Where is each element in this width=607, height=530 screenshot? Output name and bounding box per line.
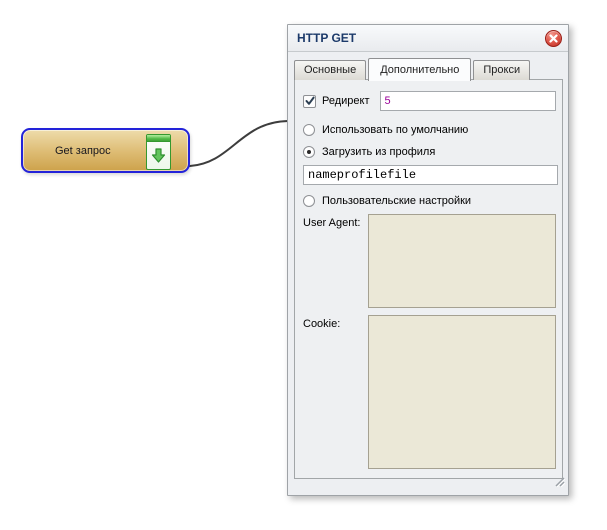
radio-load-from-profile[interactable]: Загрузить из профиля <box>303 145 556 159</box>
http-get-dialog: HTTP GET Основные Дополнительно Прокси Р… <box>287 24 569 496</box>
automation-canvas: { "node": { "label": "Get запрос" }, "di… <box>0 0 607 530</box>
tab-page-advanced: Редирект 5 Использовать по умолчанию Заг… <box>294 79 563 479</box>
radio-custom-settings-label: Пользовательские настройки <box>322 195 472 207</box>
radio-use-default-label: Использовать по умолчанию <box>322 124 469 136</box>
radio-selected-icon <box>303 146 315 158</box>
radio-icon <box>303 124 315 136</box>
close-icon[interactable] <box>545 29 562 47</box>
dialog-title: HTTP GET <box>297 31 357 45</box>
radio-custom-settings[interactable]: Пользовательские настройки <box>303 194 556 208</box>
download-page-icon <box>146 134 171 170</box>
download-page-icon-header <box>147 135 170 142</box>
user-agent-label: User Agent: <box>303 217 361 229</box>
tab-advanced[interactable]: Дополнительно <box>368 58 472 81</box>
profile-name-input[interactable]: nameprofilefile <box>303 165 558 185</box>
redirect-checkbox[interactable] <box>303 94 316 108</box>
cookie-label: Cookie: <box>303 318 341 330</box>
download-arrow-icon <box>147 142 170 169</box>
resize-grip-icon[interactable] <box>554 474 566 492</box>
cookie-row: Cookie: <box>303 315 556 469</box>
tab-basic[interactable]: Основные <box>294 60 367 80</box>
user-agent-row: User Agent: <box>303 214 556 308</box>
redirect-row: Редирект 5 <box>303 90 556 112</box>
tab-proxy[interactable]: Прокси <box>473 60 531 80</box>
tabstrip: Основные Дополнительно Прокси <box>294 57 532 81</box>
radio-icon <box>303 195 315 207</box>
redirect-label: Редирект <box>322 95 370 107</box>
user-agent-textarea[interactable] <box>368 214 556 308</box>
redirect-count-input[interactable]: 5 <box>379 91 556 111</box>
radio-load-from-profile-label: Загрузить из профиля <box>322 146 436 158</box>
cookie-textarea[interactable] <box>368 315 556 469</box>
checkmark-icon <box>305 96 315 105</box>
action-node-get-request[interactable]: Get запрос <box>21 128 190 173</box>
radio-use-default[interactable]: Использовать по умолчанию <box>303 123 556 137</box>
action-node-label: Get запрос <box>55 144 111 157</box>
dialog-titlebar[interactable]: HTTP GET <box>288 25 568 52</box>
